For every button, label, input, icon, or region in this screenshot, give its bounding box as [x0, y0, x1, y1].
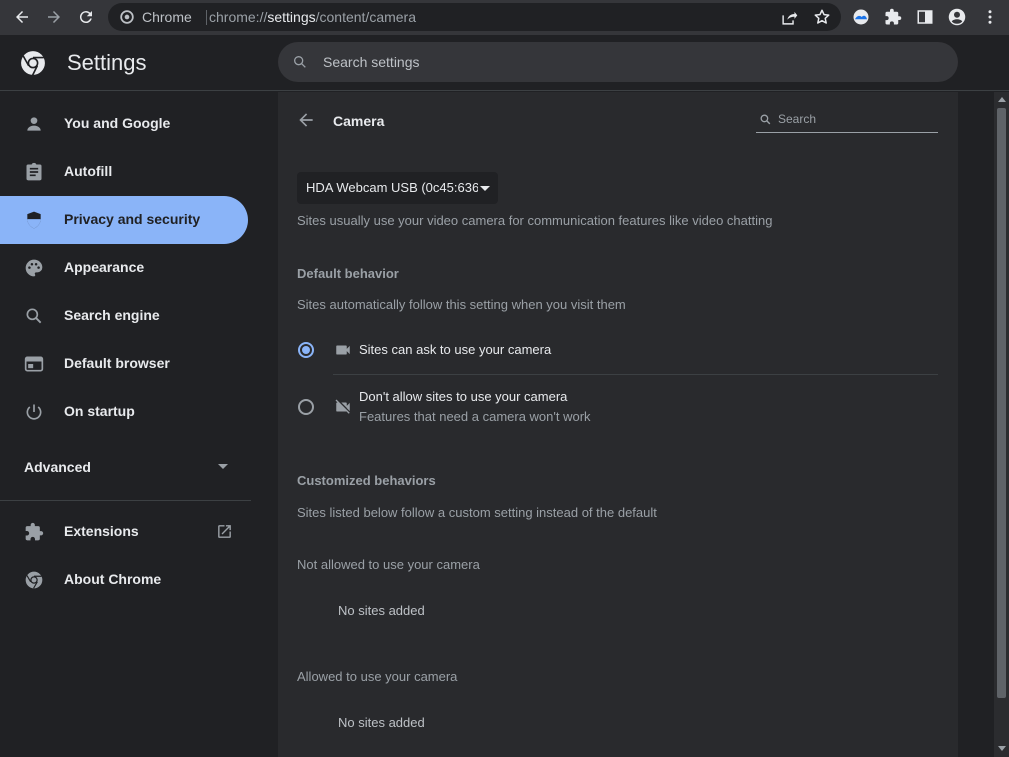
sidebar-item-appearance[interactable]: Appearance — [0, 244, 248, 292]
omnibox-divider — [206, 10, 207, 25]
back-button[interactable] — [7, 2, 37, 32]
address-bar[interactable]: Chrome chrome://settings/content/camera — [108, 3, 841, 31]
reload-icon — [79, 11, 92, 24]
sidebar-advanced-toggle[interactable]: Advanced — [0, 444, 248, 488]
radio-option-label: Sites can ask to use your camera — [359, 342, 552, 357]
option-divider — [333, 374, 938, 375]
sidebar-item-label: Extensions — [64, 523, 139, 539]
sidebar-item-autofill[interactable]: Autofill — [0, 148, 248, 196]
camera-settings-card: Camera HDA Webcam USB (0c45:6366) Sites … — [278, 92, 958, 757]
radio-button-selected[interactable] — [298, 342, 314, 358]
url-scheme: chrome:// — [209, 9, 268, 25]
sidebar-nav: You and Google Autofill Privacy and secu… — [0, 92, 262, 757]
reload-button[interactable] — [71, 2, 101, 32]
radio-button-unselected[interactable] — [298, 399, 314, 415]
default-behavior-heading: Default behavior — [297, 266, 399, 281]
sidebar-item-label: Default browser — [64, 355, 170, 371]
extension-button[interactable] — [846, 2, 876, 32]
camera-device-value: HDA Webcam USB (0c45:6366) — [306, 180, 478, 195]
url-host: settings — [267, 9, 316, 25]
scrollbar-thumb[interactable] — [997, 108, 1006, 698]
side-panel-button[interactable] — [910, 2, 940, 32]
palette-icon — [25, 259, 43, 277]
sidebar-item-default-browser[interactable]: Default browser — [0, 340, 248, 388]
person-icon — [27, 117, 41, 131]
bookmark-star-icon[interactable] — [813, 8, 831, 26]
back-arrow-icon[interactable] — [296, 110, 316, 130]
open-in-new-icon — [218, 525, 231, 538]
sidebar-item-label: You and Google — [64, 115, 171, 131]
sidebar-item-label: Search engine — [64, 307, 160, 323]
subpage-title: Camera — [333, 113, 385, 129]
avatar-icon — [948, 8, 966, 26]
sidebar-item-extensions[interactable]: Extensions — [0, 508, 248, 556]
customized-behaviors-subtext: Sites listed below follow a custom setti… — [297, 505, 657, 520]
extensions-menu-button[interactable] — [878, 2, 908, 32]
customized-behaviors-heading: Customized behaviors — [297, 473, 436, 488]
share-icon[interactable] — [781, 9, 798, 26]
power-icon — [26, 404, 42, 420]
advanced-label: Advanced — [24, 459, 91, 475]
allowed-list-heading: Allowed to use your camera — [297, 669, 458, 684]
chrome-icon — [25, 571, 43, 589]
sidebar-item-label: About Chrome — [64, 571, 162, 587]
sidebar-item-on-startup[interactable]: On startup — [0, 388, 248, 436]
search-icon — [760, 114, 771, 125]
default-behavior-subtext: Sites automatically follow this setting … — [297, 297, 626, 312]
sidebar-divider — [0, 500, 251, 501]
site-chip-label: Chrome — [142, 9, 192, 25]
camera-device-select[interactable]: HDA Webcam USB (0c45:6366) — [297, 172, 498, 204]
sidebar-item-privacy-and-security[interactable]: Privacy and security — [0, 196, 248, 244]
radio-option-label: Don't allow sites to use your camera — [359, 389, 568, 404]
browser-toolbar: Chrome chrome://settings/content/camera — [0, 0, 1009, 35]
sidebar-item-you-and-google[interactable]: You and Google — [0, 100, 248, 148]
subpage-search-input[interactable] — [778, 109, 933, 129]
search-icon — [294, 56, 306, 68]
not-allowed-list-heading: Not allowed to use your camera — [297, 557, 480, 572]
camera-description: Sites usually use your video camera for … — [297, 213, 773, 228]
url-text: chrome://settings/content/camera — [209, 9, 416, 25]
puzzle-icon — [885, 8, 902, 25]
url-path: /content/camera — [315, 9, 416, 25]
scroll-down-arrow-icon[interactable] — [998, 746, 1006, 751]
settings-search[interactable] — [278, 42, 958, 82]
chevron-down-icon — [218, 464, 228, 469]
side-panel-icon — [917, 10, 933, 24]
page-title: Settings — [67, 50, 147, 75]
videocam-icon — [336, 345, 350, 355]
sidebar-item-label: Appearance — [64, 259, 145, 275]
sidebar-item-about-chrome[interactable]: About Chrome — [0, 556, 248, 604]
settings-header: Settings — [0, 35, 1009, 91]
allowed-empty-state: No sites added — [338, 715, 425, 730]
scroll-up-arrow-icon[interactable] — [998, 97, 1006, 102]
settings-search-input[interactable] — [323, 42, 923, 82]
clipboard-icon — [26, 162, 42, 181]
more-vert-icon — [988, 10, 992, 24]
chrome-site-icon — [120, 10, 134, 24]
search-icon — [26, 308, 42, 324]
arrow-right-icon — [48, 11, 60, 23]
forward-button[interactable] — [39, 2, 69, 32]
page-scrollbar[interactable] — [994, 92, 1009, 757]
browser-menu-button[interactable] — [975, 2, 1005, 32]
videocam-off-icon — [335, 399, 350, 414]
arrow-left-icon — [16, 11, 28, 23]
shield-icon — [27, 211, 41, 229]
sidebar-item-label: Autofill — [64, 163, 113, 179]
subpage-search[interactable] — [756, 109, 938, 133]
browser-window-icon — [24, 356, 44, 372]
sidebar-item-search-engine[interactable]: Search engine — [0, 292, 248, 340]
radio-option-sublabel: Features that need a camera won't work — [359, 409, 591, 424]
profile-button[interactable] — [942, 2, 972, 32]
puzzle-icon — [25, 522, 44, 541]
not-allowed-empty-state: No sites added — [338, 603, 425, 618]
sidebar-item-label: On startup — [64, 403, 135, 419]
dropdown-arrow-icon — [480, 186, 490, 191]
cloud-extension-icon — [853, 9, 869, 25]
sidebar-item-label: Privacy and security — [64, 211, 201, 227]
chrome-logo-icon — [21, 51, 45, 76]
